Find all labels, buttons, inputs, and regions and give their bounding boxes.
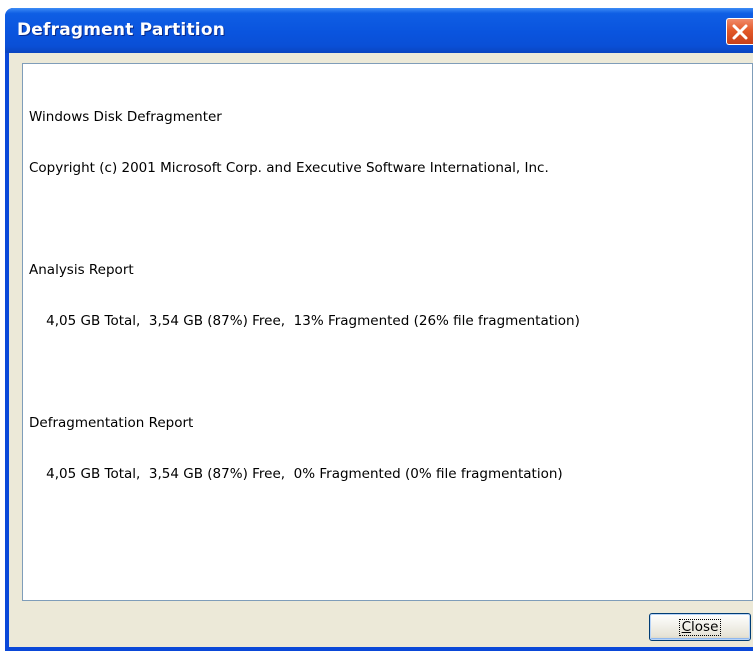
report-line-app-name: Windows Disk Defragmenter (29, 109, 222, 125)
close-button-label-rest: lose (691, 618, 719, 635)
close-button-mnemonic: C (681, 618, 692, 635)
close-button-label: Close (678, 618, 722, 636)
report-line-analysis-heading: Analysis Report (29, 262, 134, 278)
title-close-button[interactable] (726, 18, 753, 45)
defragment-partition-dialog: Defragment Partition Windows Disk Defrag… (5, 8, 753, 651)
report-line-defrag-stats: 4,05 GB Total, 3,54 GB (87%) Free, 0% Fr… (29, 466, 563, 482)
report-spacer (29, 364, 752, 381)
close-icon (732, 24, 748, 40)
report-line-analysis-stats: 4,05 GB Total, 3,54 GB (87%) Free, 13% F… (29, 313, 580, 329)
report-spacer (29, 211, 752, 228)
report-line-copyright: Copyright (c) 2001 Microsoft Corp. and E… (29, 160, 549, 176)
close-button[interactable]: Close (649, 613, 751, 641)
report-text-box[interactable]: Windows Disk Defragmenter Copyright (c) … (22, 63, 753, 601)
window-title: Defragment Partition (17, 20, 225, 40)
dialog-body: Windows Disk Defragmenter Copyright (c) … (9, 53, 753, 647)
title-bar[interactable]: Defragment Partition (5, 8, 753, 53)
report-line-defrag-heading: Defragmentation Report (29, 415, 194, 431)
